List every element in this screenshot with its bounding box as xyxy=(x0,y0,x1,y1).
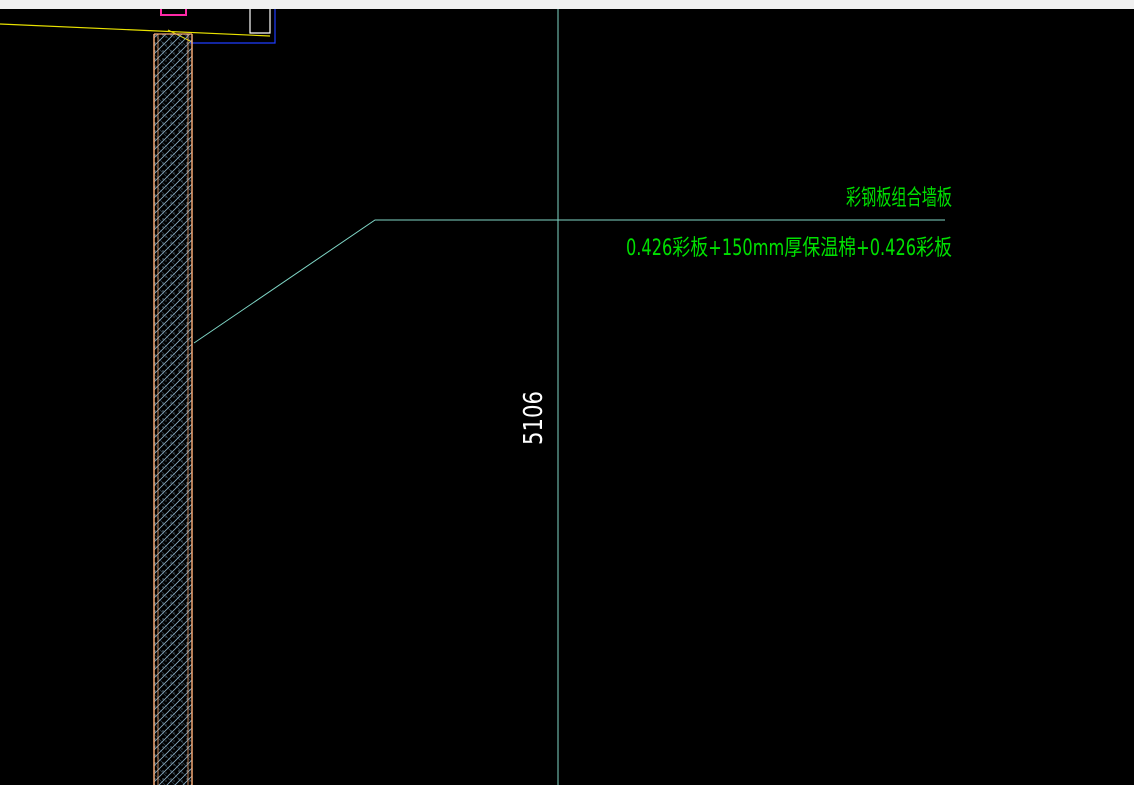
beam-edge-white xyxy=(249,9,271,34)
cad-drawing-canvas[interactable]: 彩钢板组合墙板 0.426彩板+150mm厚保温棉+0.426彩板 5106 xyxy=(0,0,1134,785)
annotation-title: 彩钢板组合墙板 xyxy=(846,186,952,211)
annotation-spec: 0.426彩板+150mm厚保温棉+0.426彩板 xyxy=(626,236,952,261)
beam-edge-yellow xyxy=(0,23,271,37)
wall-panel xyxy=(153,33,193,785)
roof-beam-detail xyxy=(0,9,276,44)
channel-purlin xyxy=(160,9,187,16)
beam-edge-blue xyxy=(190,9,276,44)
dimension-value: 5106 xyxy=(519,391,549,445)
wall-panel-fill-overlay xyxy=(154,34,192,785)
